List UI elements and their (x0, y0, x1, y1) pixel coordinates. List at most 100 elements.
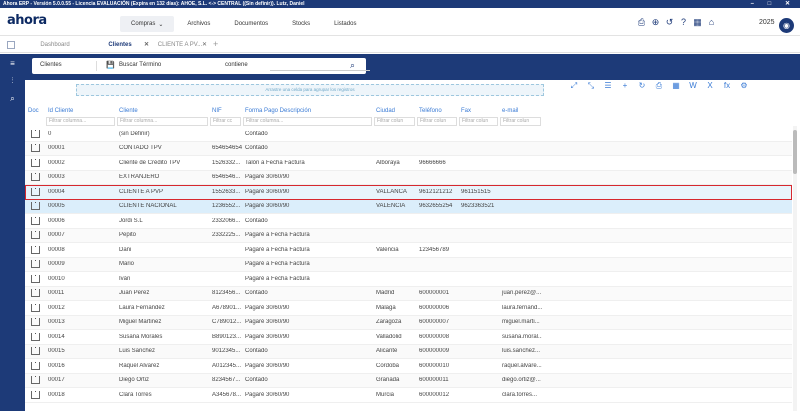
menu-documentos[interactable]: Documentos (223, 16, 279, 32)
document-icon[interactable] (31, 202, 40, 211)
print-icon[interactable]: ⎙ (653, 81, 665, 91)
document-icon[interactable] (31, 129, 40, 138)
table-row[interactable]: 00018 Clara Torres A345678... Pagaré 30/60/… (25, 388, 792, 403)
fiscal-year[interactable]: 2025 (759, 19, 775, 26)
filter-icon[interactable]: ⫶ (8, 76, 17, 85)
help-icon[interactable]: ? (678, 17, 689, 28)
col-header-ciudad[interactable]: Ciudad (373, 106, 416, 116)
filter-input[interactable]: Filtrar colun (459, 117, 498, 126)
refresh-icon[interactable]: ↻ (636, 81, 648, 91)
document-icon[interactable] (31, 376, 40, 385)
gear-icon[interactable]: ⚙ (738, 81, 750, 91)
document-icon[interactable] (31, 231, 40, 240)
menu-stocks[interactable]: Stocks (281, 16, 321, 32)
table-row[interactable]: 00013 Miguel Martinez C789012... Pagaré 30/… (25, 315, 792, 330)
filter-input[interactable]: Filtrar colun (417, 117, 457, 126)
table-row[interactable]: 00006 Jordi S.L 2332066... Contado (25, 214, 792, 229)
col-header-nif[interactable]: NIF (209, 106, 242, 116)
building-icon[interactable]: ⌂ (706, 17, 717, 28)
scrollbar-thumb[interactable] (793, 130, 797, 174)
table-row[interactable]: 00004 CLIENTE A PVP 1552633... Pagaré 30/60… (25, 185, 792, 200)
table-row[interactable]: 00005 CLIENTE NACIONAL 1236552... Pagaré 30… (25, 199, 792, 214)
filter-input[interactable]: Filtrar columna... (46, 117, 115, 126)
document-icon[interactable] (31, 332, 40, 341)
col-header-fax[interactable]: Fax (458, 106, 499, 116)
col-header-doc[interactable]: Doc (25, 106, 45, 116)
document-icon[interactable] (31, 187, 40, 196)
close-icon[interactable]: ✕ (202, 37, 207, 53)
document-icon[interactable] (31, 303, 40, 312)
entity-select[interactable]: Clientes (40, 62, 62, 68)
table-row[interactable]: 00003 EXTRANJERO 6546546... Pagaré 30/60/90 (25, 170, 792, 185)
excel-icon[interactable]: X (704, 81, 716, 91)
col-header-telefono[interactable]: Teléfono (416, 106, 458, 116)
document-icon[interactable] (31, 144, 40, 153)
table-row[interactable]: 00017 Diego Ortiz 8234567... Contado Granada… (25, 373, 792, 388)
filter-input[interactable]: Filtrar columna... (243, 117, 372, 126)
document-icon[interactable] (31, 289, 40, 298)
menu-archivos[interactable]: Archivos (176, 16, 221, 32)
close-icon[interactable]: ✕ (144, 37, 149, 53)
filter-input[interactable]: Filtrar colun (374, 117, 415, 126)
table-row[interactable]: 00010 Iván Pagaré a Fecha Factura (25, 272, 792, 287)
col-header-id[interactable]: Id Cliente (45, 106, 116, 116)
filter-input[interactable]: Filtrar columna... (117, 117, 208, 126)
col-header-forma-pago[interactable]: Forma Pago Descripción (242, 106, 373, 116)
add-circle-icon[interactable]: ⊕ (650, 17, 661, 28)
window-controls[interactable]: – □ ✕ (751, 0, 796, 8)
table-row[interactable]: 00012 Laura Fernandez A678901... Pagaré 30/… (25, 301, 792, 316)
document-icon[interactable] (31, 245, 40, 254)
table-row[interactable]: 00007 Pepito 2332225... Pagaré a Fecha Fact… (25, 228, 792, 243)
search-icon[interactable]: ⌕ (350, 60, 355, 71)
menu-icon[interactable]: ≡ (8, 59, 17, 68)
table-row[interactable]: 00011 Juan Perez 8123456... Contado Madrid 60… (25, 286, 792, 301)
table-row[interactable]: 00001 CONTADO TPV 654654654 Contado (25, 141, 792, 156)
document-icon[interactable] (31, 318, 40, 327)
add-icon[interactable]: + (619, 81, 631, 91)
word-icon[interactable]: W (687, 81, 699, 91)
col-header-email[interactable]: e-mail (499, 106, 542, 116)
table-row[interactable]: 00015 Luis Sanchez 9012345... Contado Alican… (25, 344, 792, 359)
expand-icon[interactable]: ⤢ (568, 81, 580, 91)
table-row[interactable]: 00014 Susana Morales B890123... Pagaré 30/6… (25, 330, 792, 345)
operator-select[interactable]: contiene (225, 62, 248, 68)
filter-input[interactable]: Filtrar cc (210, 117, 241, 126)
table-cell: 8123456... (212, 290, 241, 297)
table-icon[interactable]: ▦ (670, 81, 682, 91)
table-cell: 00007 (48, 232, 65, 239)
menu-listados[interactable]: Listados (323, 16, 367, 32)
vertical-scrollbar[interactable] (793, 126, 797, 411)
menu-compras[interactable]: Compras ⌄ (120, 16, 175, 32)
document-icon[interactable] (31, 347, 40, 356)
document-icon[interactable] (31, 390, 40, 399)
collapse-icon[interactable]: ⤡ (585, 81, 597, 91)
table-row[interactable]: 0 (sin Definir) Contado (25, 127, 792, 142)
table-row[interactable]: 00008 Dani Pagaré a Fecha Factura Valencia 1… (25, 243, 792, 258)
calculator-icon[interactable]: ▦ (692, 17, 703, 28)
document-icon[interactable] (31, 361, 40, 370)
table-cell: 00006 (48, 217, 65, 224)
document-icon[interactable] (31, 260, 40, 269)
group-drop-area[interactable]: Arrastre una celda para agrupar los regi… (76, 84, 544, 96)
avatar[interactable]: ◉ (779, 18, 794, 33)
search-icon[interactable]: ⌕ (8, 94, 17, 103)
print-icon[interactable]: ⎙ (636, 17, 647, 28)
tab-cliente-a-pvp[interactable]: CLIENTE A PV... ✕ (150, 37, 210, 53)
document-icon[interactable] (31, 158, 40, 167)
col-header-cliente[interactable]: Cliente (116, 106, 209, 116)
filter-input[interactable]: Filtrar colun (500, 117, 541, 126)
document-icon[interactable] (31, 173, 40, 182)
tab-dashboard[interactable]: Dashboard (20, 37, 90, 53)
save-icon[interactable]: 💾 (106, 61, 115, 69)
apps-grid-icon[interactable] (7, 41, 15, 49)
table-row[interactable]: 00009 Mario Pagaré a Fecha Factura (25, 257, 792, 272)
document-icon[interactable] (31, 216, 40, 225)
document-icon[interactable] (31, 274, 40, 283)
columns-icon[interactable]: ☰ (602, 81, 614, 91)
formula-icon[interactable]: fx (721, 81, 733, 91)
tab-clientes[interactable]: Clientes ✕ (90, 37, 150, 53)
add-tab-icon[interactable]: + (213, 39, 218, 49)
table-row[interactable]: 00002 Cliente de Crédito TPV 1526332... Tal… (25, 156, 792, 171)
table-row[interactable]: 00016 Raquel Alvarez A012345... Pagaré 30/6… (25, 359, 792, 374)
history-icon[interactable]: ↺ (664, 17, 675, 28)
